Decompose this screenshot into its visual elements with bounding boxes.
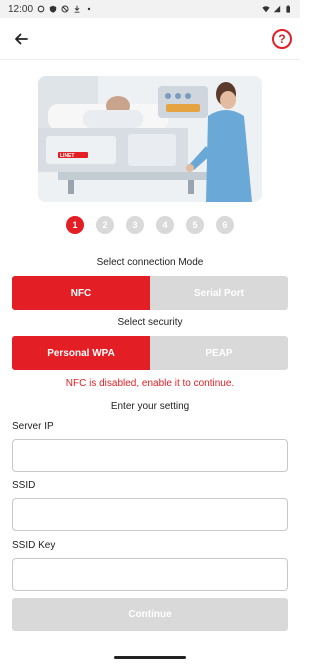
back-button[interactable] xyxy=(10,28,32,50)
hero-image: LINET xyxy=(38,76,262,202)
system-nav-bar xyxy=(0,647,300,667)
peap-option[interactable]: PEAP xyxy=(150,336,288,370)
connection-mode-toggle: NFC Serial Port xyxy=(12,276,288,310)
bed-brand-label: LINET xyxy=(60,153,74,159)
server-ip-input[interactable] xyxy=(12,439,288,472)
battery-icon xyxy=(284,5,292,13)
question-circle-icon: ? xyxy=(278,31,286,46)
ssid-input[interactable] xyxy=(12,498,288,531)
step-3: 3 xyxy=(126,216,144,234)
hospital-bed-illustration: LINET xyxy=(38,76,262,202)
nfc-error-message: NFC is disabled, enable it to continue. xyxy=(65,378,235,389)
arrow-left-icon xyxy=(15,33,28,44)
shield-icon xyxy=(49,5,57,13)
stepper: 1 2 3 4 5 6 xyxy=(0,216,300,234)
status-right xyxy=(262,5,292,13)
security-toggle: Personal WPA PEAP xyxy=(12,336,288,370)
settings-label: Enter your setting xyxy=(110,401,190,412)
step-4: 4 xyxy=(156,216,174,234)
security-label: Select security xyxy=(117,317,183,328)
server-ip-label: Server IP xyxy=(12,421,54,432)
block-icon xyxy=(61,5,69,13)
ssid-key-label: SSID Key xyxy=(12,540,56,551)
step-1: 1 xyxy=(66,216,84,234)
ssid-key-input[interactable] xyxy=(12,558,288,591)
signal-icon xyxy=(273,5,281,13)
download-icon xyxy=(73,5,81,13)
continue-button[interactable]: Continue xyxy=(12,598,288,631)
help-button[interactable]: ? xyxy=(272,28,292,49)
dot-icon xyxy=(85,5,93,13)
status-left: 12:00 xyxy=(8,4,93,15)
status-bar: 12:00 xyxy=(0,0,300,18)
wifi-icon xyxy=(262,5,270,13)
app-bar: ? xyxy=(0,18,300,60)
serial-port-option[interactable]: Serial Port xyxy=(150,276,288,310)
nfc-option[interactable]: NFC xyxy=(12,276,150,310)
personal-wpa-option[interactable]: Personal WPA xyxy=(12,336,150,370)
step-2: 2 xyxy=(96,216,114,234)
step-6: 6 xyxy=(216,216,234,234)
connection-mode-label: Select connection Mode xyxy=(96,257,204,268)
status-time: 12:00 xyxy=(8,3,34,15)
home-indicator[interactable] xyxy=(114,655,186,659)
ssid-label: SSID xyxy=(12,480,36,491)
notification-icon xyxy=(37,5,45,13)
step-5: 5 xyxy=(186,216,204,234)
